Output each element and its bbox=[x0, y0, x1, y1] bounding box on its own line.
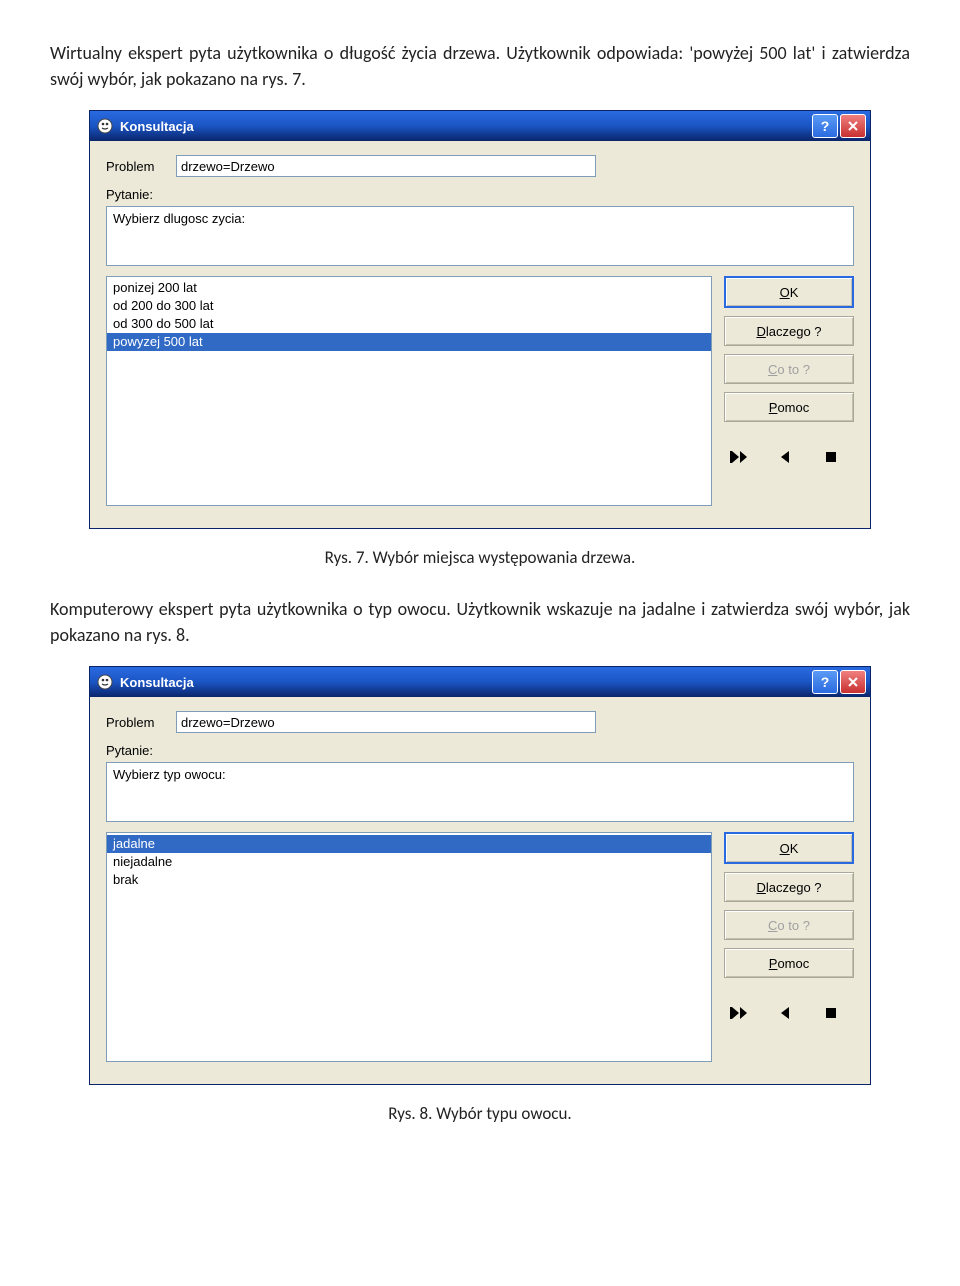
titlebar[interactable]: Konsultacja ? bbox=[90, 667, 870, 697]
list-item[interactable]: jadalne bbox=[107, 835, 711, 853]
why-button[interactable]: Dlaczego ? bbox=[724, 872, 854, 902]
question-label: Pytanie: bbox=[106, 187, 854, 202]
back-icon[interactable] bbox=[774, 1004, 796, 1022]
question-label: Pytanie: bbox=[106, 743, 854, 758]
help-button[interactable]: ? bbox=[812, 670, 838, 694]
problem-label: Problem bbox=[106, 159, 176, 174]
stop-icon[interactable] bbox=[820, 1004, 842, 1022]
list-item[interactable]: brak bbox=[107, 871, 711, 889]
close-button[interactable] bbox=[840, 670, 866, 694]
window-title: Konsultacja bbox=[120, 675, 812, 690]
app-icon bbox=[96, 117, 114, 135]
text: Wirtualny ekspert pyta użytkownika o dłu… bbox=[50, 42, 689, 64]
titlebar[interactable]: Konsultacja ? bbox=[90, 111, 870, 141]
ok-button[interactable]: OK bbox=[724, 276, 854, 308]
problem-label: Problem bbox=[106, 715, 176, 730]
list-item[interactable]: niejadalne bbox=[107, 853, 711, 871]
what-button: Co to ? bbox=[724, 354, 854, 384]
paragraph-2: Komputerowy ekspert pyta użytkownika o t… bbox=[50, 596, 910, 648]
app-icon bbox=[96, 673, 114, 691]
question-box[interactable]: Wybierz dlugosc zycia: bbox=[106, 206, 854, 266]
help-button-side[interactable]: Pomoc bbox=[724, 392, 854, 422]
rewind-icon[interactable] bbox=[728, 1004, 750, 1022]
why-button[interactable]: Dlaczego ? bbox=[724, 316, 854, 346]
figure-caption-8: Rys. 8. Wybór typu owocu. bbox=[50, 1103, 910, 1124]
help-button-side[interactable]: Pomoc bbox=[724, 948, 854, 978]
dialog-konsultacja-2: Konsultacja ? Problem drzewo=Drzewo Pyta… bbox=[89, 666, 871, 1085]
stop-icon[interactable] bbox=[820, 448, 842, 466]
back-icon[interactable] bbox=[774, 448, 796, 466]
list-item[interactable]: od 200 do 300 lat bbox=[107, 297, 711, 315]
problem-input[interactable]: drzewo=Drzewo bbox=[176, 155, 596, 177]
figure-caption-7: Rys. 7. Wybór miejsca występowania drzew… bbox=[50, 547, 910, 568]
close-button[interactable] bbox=[840, 114, 866, 138]
help-button[interactable]: ? bbox=[812, 114, 838, 138]
question-box[interactable]: Wybierz typ owocu: bbox=[106, 762, 854, 822]
problem-input[interactable]: drzewo=Drzewo bbox=[176, 711, 596, 733]
list-item[interactable]: ponizej 200 lat bbox=[107, 279, 711, 297]
what-button: Co to ? bbox=[724, 910, 854, 940]
options-listbox[interactable]: jadalneniejadalnebrak bbox=[106, 832, 712, 1062]
ok-button[interactable]: OK bbox=[724, 832, 854, 864]
options-listbox[interactable]: ponizej 200 latod 200 do 300 latod 300 d… bbox=[106, 276, 712, 506]
list-item[interactable]: od 300 do 500 lat bbox=[107, 315, 711, 333]
list-item[interactable]: powyzej 500 lat bbox=[107, 333, 711, 351]
dialog-konsultacja-1: Konsultacja ? Problem drzewo=Drzewo Pyta… bbox=[89, 110, 871, 529]
text: Komputerowy ekspert pyta użytkownika o t… bbox=[50, 598, 711, 620]
window-title: Konsultacja bbox=[120, 119, 812, 134]
paragraph-1: Wirtualny ekspert pyta użytkownika o dłu… bbox=[50, 40, 910, 92]
rewind-icon[interactable] bbox=[728, 448, 750, 466]
